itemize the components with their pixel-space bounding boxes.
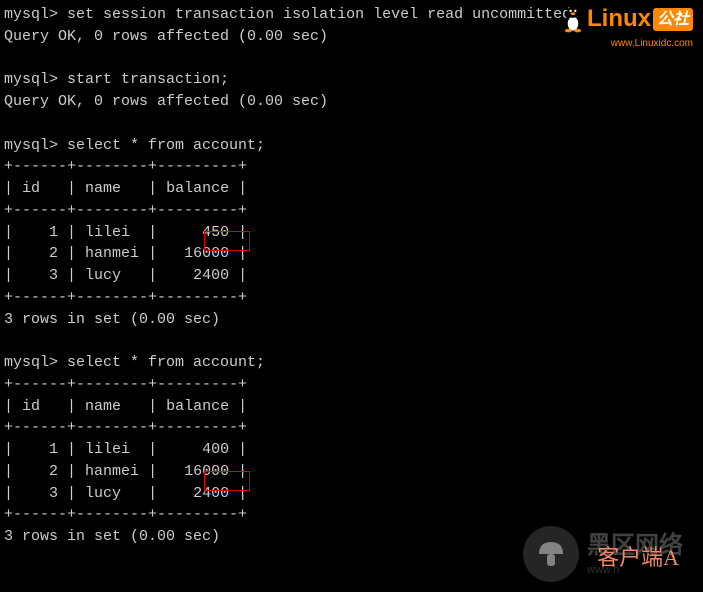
cell-id: 2 xyxy=(49,245,58,262)
client-label: 客户端A xyxy=(597,542,679,574)
col-balance: balance xyxy=(166,398,229,415)
linux-logo-watermark: Linux公社 www.Linuxidc.com xyxy=(561,2,693,51)
cell-name: lilei xyxy=(85,224,130,241)
cell-balance: 400 xyxy=(202,441,229,458)
cell-name: hanmei xyxy=(85,463,139,480)
cell-id: 1 xyxy=(49,224,58,241)
cell-id: 3 xyxy=(49,267,58,284)
cell-balance: 2400 xyxy=(193,267,229,284)
mysql-prompt: mysql> xyxy=(4,354,58,371)
table-border: +------+--------+---------+ xyxy=(4,506,247,523)
mushroom-icon xyxy=(523,526,579,582)
result-footer: 3 rows in set (0.00 sec) xyxy=(4,528,220,545)
command-select-2: select * from account; xyxy=(67,354,265,371)
cell-name: lilei xyxy=(85,441,130,458)
cell-balance: 2400 xyxy=(193,485,229,502)
cell-balance: 16000 xyxy=(184,463,229,480)
col-balance: balance xyxy=(166,180,229,197)
table-border: +------+--------+---------+ xyxy=(4,376,247,393)
col-id: id xyxy=(22,398,40,415)
cell-balance: 450 xyxy=(202,224,229,241)
cell-id: 3 xyxy=(49,485,58,502)
logo-url: www.Linuxidc.com xyxy=(561,37,693,52)
result-footer: 3 rows in set (0.00 sec) xyxy=(4,311,220,328)
logo-brand-suffix: 公社 xyxy=(653,8,693,31)
command-select-1: select * from account; xyxy=(67,137,265,154)
cell-name: hanmei xyxy=(85,245,139,262)
cell-id: 2 xyxy=(49,463,58,480)
mysql-prompt: mysql> xyxy=(4,137,58,154)
col-id: id xyxy=(22,180,40,197)
table-border: +------+--------+---------+ xyxy=(4,158,247,175)
mysql-prompt: mysql> xyxy=(4,6,58,23)
logo-brand-main: Linux xyxy=(587,2,651,37)
table-border: +------+--------+---------+ xyxy=(4,289,247,306)
table-border: +------+--------+---------+ xyxy=(4,419,247,436)
cell-name: lucy xyxy=(85,267,121,284)
cell-name: lucy xyxy=(85,485,121,502)
table-border: +------+--------+---------+ xyxy=(4,202,247,219)
result-line: Query OK, 0 rows affected (0.00 sec) xyxy=(4,28,328,45)
result-line: Query OK, 0 rows affected (0.00 sec) xyxy=(4,93,328,110)
mysql-prompt: mysql> xyxy=(4,71,58,88)
terminal-output: mysql> set session transaction isolation… xyxy=(4,4,699,548)
col-name: name xyxy=(85,398,121,415)
command-start-transaction: start transaction; xyxy=(67,71,229,88)
cell-id: 1 xyxy=(49,441,58,458)
penguin-icon xyxy=(561,5,585,33)
command-set-isolation: set session transaction isolation level … xyxy=(67,6,580,23)
col-name: name xyxy=(85,180,121,197)
cell-balance: 16000 xyxy=(184,245,229,262)
